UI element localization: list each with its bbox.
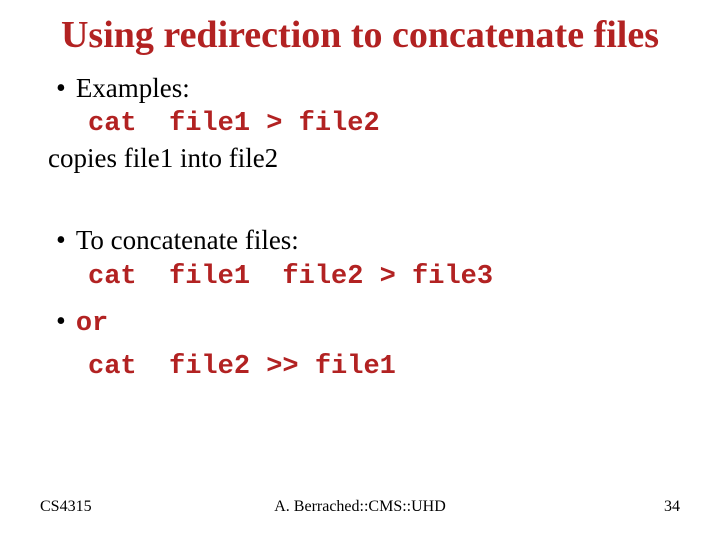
footer-left: CS4315 [40, 498, 92, 516]
footer-center: A. Berrached::CMS::UHD [274, 498, 446, 516]
command-cat-redirect: cat file1 > file2 [88, 109, 380, 139]
bullet-examples: • Examples: [56, 72, 680, 106]
bullet-concat: • To concatenate files: [56, 224, 680, 258]
or-label: or [76, 308, 108, 342]
slide-title: Using redirection to concatenate files [0, 0, 720, 58]
concat-label: To concatenate files: [76, 224, 299, 258]
command-cat-concat: cat file1 file2 > file3 [88, 262, 493, 292]
bullet-dot-icon: • [56, 227, 66, 255]
spacer [40, 176, 680, 224]
copies-description: copies file1 into file2 [48, 142, 680, 176]
bullet-dot-icon: • [56, 308, 66, 336]
slide: Using redirection to concatenate files •… [0, 0, 720, 540]
bullet-or: • or [56, 308, 680, 342]
code-line-3: cat file2 >> file1 [88, 348, 680, 385]
code-line-2: cat file1 file2 > file3 [88, 258, 680, 295]
footer: CS4315 A. Berrached::CMS::UHD 34 [0, 498, 720, 516]
examples-label: Examples: [76, 72, 190, 106]
bullet-dot-icon: • [56, 75, 66, 103]
command-cat-append: cat file2 >> file1 [88, 352, 396, 382]
footer-right: 34 [664, 498, 680, 516]
code-line-1: cat file1 > file2 [88, 105, 680, 142]
slide-body: • Examples: cat file1 > file2 copies fil… [0, 58, 720, 385]
spacer [40, 294, 680, 308]
